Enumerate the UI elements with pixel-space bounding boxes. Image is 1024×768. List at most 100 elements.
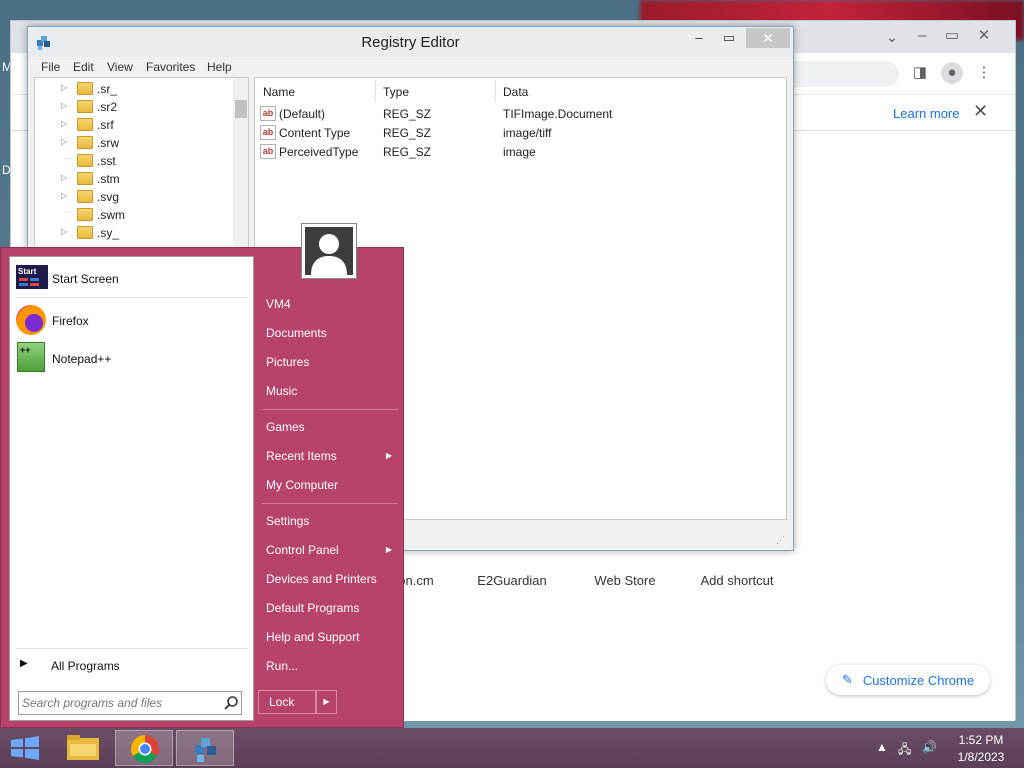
tree-item[interactable]: ▷ .stm	[35, 170, 230, 188]
table-row[interactable]: ab (Default) REG_SZ TIFImage.Document	[255, 105, 786, 124]
tree-item[interactable]: ▷ .sy_	[35, 224, 230, 242]
value-type: REG_SZ	[383, 107, 432, 121]
minimize-icon[interactable]: –	[911, 25, 933, 47]
close-icon[interactable]: ✕	[973, 25, 995, 47]
menu-favorites[interactable]: Favorites	[146, 60, 195, 74]
expand-arrow-icon[interactable]: ▷	[61, 101, 67, 110]
search-input[interactable]	[22, 695, 212, 711]
expand-arrow-icon[interactable]: ▷	[61, 83, 67, 92]
menu-edit[interactable]: Edit	[73, 60, 94, 74]
search-icon[interactable]	[223, 695, 239, 711]
user-silhouette-icon	[305, 227, 353, 275]
start-button[interactable]	[0, 728, 50, 768]
more-menu-icon[interactable]: ⋮	[973, 62, 995, 84]
pencil-icon: ✎	[841, 672, 853, 687]
start-link-pictures[interactable]: Pictures	[258, 348, 398, 376]
scrollbar-thumb[interactable]	[235, 100, 247, 118]
clock-time[interactable]: 1:52 PM	[950, 733, 1012, 747]
profile-icon[interactable]: ●	[941, 62, 963, 84]
expand-arrow-icon[interactable]: ▷	[61, 191, 67, 200]
start-link-my-computer[interactable]: My Computer	[258, 471, 398, 499]
shortcut-label[interactable]: Add shortcut	[682, 573, 792, 588]
pinned-firefox[interactable]: Firefox	[16, 303, 248, 339]
tree-item-label: .sr_	[97, 82, 118, 96]
registry-editor-titlebar[interactable]: Registry Editor – ▭ ✕	[28, 27, 793, 57]
search-box[interactable]	[18, 691, 242, 715]
divider	[262, 503, 398, 504]
lock-button[interactable]: Lock	[258, 690, 316, 714]
tree-item[interactable]: ▷ .sr2	[35, 98, 230, 116]
folder-icon	[77, 82, 93, 95]
start-link-documents[interactable]: Documents	[258, 319, 398, 347]
tree-item[interactable]: ▷ .svg	[35, 188, 230, 206]
pinned-start-screen[interactable]: Start Start Screen	[16, 261, 248, 297]
shortcut-label[interactable]: Web Store	[570, 573, 680, 588]
menu-view[interactable]: View	[107, 60, 133, 74]
maximize-icon[interactable]: ▭	[716, 28, 742, 48]
learn-more-link[interactable]: Learn more	[893, 106, 959, 121]
window-title: Registry Editor	[361, 34, 460, 51]
tree-item[interactable]: ▷ .sr_	[35, 80, 230, 98]
start-link-default-programs[interactable]: Default Programs	[258, 594, 398, 622]
expand-arrow-icon[interactable]: ▷	[61, 137, 67, 146]
all-programs-button[interactable]: ▶ All Programs	[16, 657, 248, 677]
tree-connector: ··	[65, 153, 72, 164]
minimize-icon[interactable]: –	[686, 28, 712, 48]
maximize-icon[interactable]: ▭	[941, 25, 963, 47]
show-hidden-icons-icon[interactable]: ▲	[876, 740, 888, 754]
expand-arrow-icon[interactable]: ▷	[61, 119, 67, 128]
folder-icon	[77, 154, 93, 167]
start-link-games[interactable]: Games	[258, 413, 398, 441]
divider	[262, 409, 398, 410]
submenu-arrow-icon: ▶	[385, 451, 392, 460]
tile-bar	[19, 283, 28, 286]
expand-arrow-icon[interactable]: ▷	[61, 227, 67, 236]
taskbar-chrome[interactable]	[115, 730, 173, 766]
resize-grip-icon[interactable]: ⋰	[776, 535, 785, 546]
tile-bar	[30, 278, 39, 281]
tab-search-icon[interactable]: ⌄	[881, 27, 903, 49]
chrome-icon	[131, 735, 159, 763]
value-name: Content Type	[279, 126, 351, 140]
table-row[interactable]: ab Content Type REG_SZ image/tiff	[255, 124, 786, 143]
volume-icon[interactable]: 🔊	[922, 740, 937, 754]
tree-item-label: .srw	[97, 136, 119, 150]
infobar-close-icon[interactable]: ✕	[973, 101, 988, 122]
power-options-arrow-icon[interactable]: ▶	[316, 690, 337, 714]
start-link-run[interactable]: Run...	[258, 652, 398, 680]
column-header-name[interactable]: Name	[263, 85, 295, 99]
tree-item-label: .sr2	[97, 100, 118, 114]
taskbar-registry-editor[interactable]	[176, 730, 234, 766]
table-row[interactable]: ab PerceivedType REG_SZ image	[255, 143, 786, 162]
firefox-icon	[16, 305, 46, 335]
taskbar-file-explorer[interactable]	[54, 730, 112, 766]
shortcut-label[interactable]: E2Guardian	[457, 573, 567, 588]
start-link-devices-printers[interactable]: Devices and Printers	[258, 565, 398, 593]
start-link-user-folder[interactable]: VM4	[258, 290, 398, 318]
start-link-settings[interactable]: Settings	[258, 507, 398, 535]
tree-item[interactable]: ▷ .srw	[35, 134, 230, 152]
start-link-music[interactable]: Music	[258, 377, 398, 405]
column-header-data[interactable]: Data	[503, 85, 528, 99]
tree-item[interactable]: ▷ .srf	[35, 116, 230, 134]
tree-item[interactable]: ·· .swm	[35, 206, 230, 224]
start-link-control-panel[interactable]: Control Panel ▶	[258, 536, 398, 564]
side-panel-icon[interactable]: ◨	[909, 62, 931, 84]
column-divider[interactable]	[375, 80, 376, 102]
customize-chrome-button[interactable]: ✎ Customize Chrome	[826, 665, 990, 695]
close-icon[interactable]: ✕	[746, 28, 790, 48]
pinned-notepad-plus-plus[interactable]: ++ Notepad++	[16, 341, 248, 377]
expand-arrow-icon[interactable]: ▷	[61, 173, 67, 182]
user-avatar[interactable]	[301, 223, 357, 279]
network-icon[interactable]: 🖧	[898, 740, 911, 761]
column-header-type[interactable]: Type	[383, 85, 409, 99]
start-link-recent-items[interactable]: Recent Items ▶	[258, 442, 398, 470]
tile-bar	[19, 278, 28, 281]
column-divider[interactable]	[495, 80, 496, 102]
folder-icon	[77, 100, 93, 113]
tree-item[interactable]: ·· .sst	[35, 152, 230, 170]
menu-help[interactable]: Help	[207, 60, 232, 74]
start-link-help-support[interactable]: Help and Support	[258, 623, 398, 651]
clock-date[interactable]: 1/8/2023	[950, 750, 1012, 764]
menu-file[interactable]: File	[41, 60, 60, 74]
